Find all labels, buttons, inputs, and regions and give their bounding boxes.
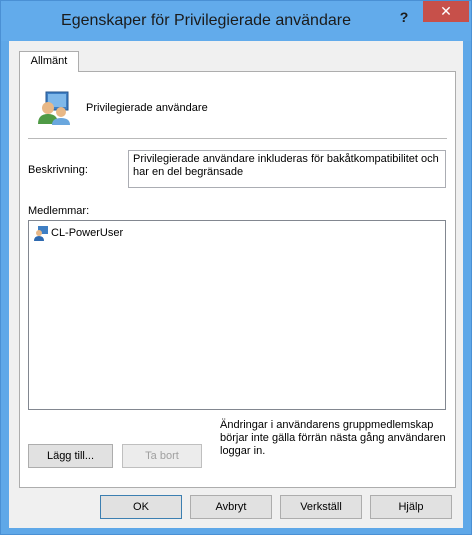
description-label: Beskrivning: bbox=[28, 164, 88, 176]
remove-member-button[interactable]: Ta bort bbox=[122, 444, 202, 468]
users-group-icon bbox=[38, 91, 70, 125]
description-field[interactable]: Privilegierade användare inkluderas för … bbox=[128, 150, 446, 188]
member-name: CL-PowerUser bbox=[51, 227, 124, 239]
members-list[interactable]: CL-PowerUser bbox=[28, 220, 446, 410]
cancel-button[interactable]: Avbryt bbox=[190, 495, 272, 519]
title-bar[interactable]: Egenskaper för Privilegierade användare … bbox=[1, 1, 471, 41]
general-tab-panel: Privilegierade användare Beskrivning: Pr… bbox=[19, 71, 456, 488]
apply-button[interactable]: Verkställ bbox=[280, 495, 362, 519]
close-button[interactable]: ✕ bbox=[423, 1, 469, 22]
user-icon bbox=[34, 226, 48, 241]
dialog-client-area: Allmänt Privilegierade användare Beskriv… bbox=[9, 41, 463, 528]
ok-button[interactable]: OK bbox=[100, 495, 182, 519]
membership-note: Ändringar i användarens gruppmedlemskap … bbox=[220, 419, 446, 457]
help-button[interactable]: Hjälp bbox=[370, 495, 452, 519]
close-icon: ✕ bbox=[440, 3, 452, 19]
add-member-button[interactable]: Lägg till... bbox=[28, 444, 113, 468]
separator bbox=[28, 138, 447, 139]
list-item[interactable]: CL-PowerUser bbox=[33, 225, 123, 241]
members-label: Medlemmar: bbox=[28, 205, 90, 217]
help-title-button[interactable]: ? bbox=[395, 7, 413, 27]
tab-general[interactable]: Allmänt bbox=[19, 51, 79, 72]
group-name: Privilegierade användare bbox=[86, 102, 208, 114]
properties-dialog: Egenskaper för Privilegierade användare … bbox=[0, 0, 472, 535]
